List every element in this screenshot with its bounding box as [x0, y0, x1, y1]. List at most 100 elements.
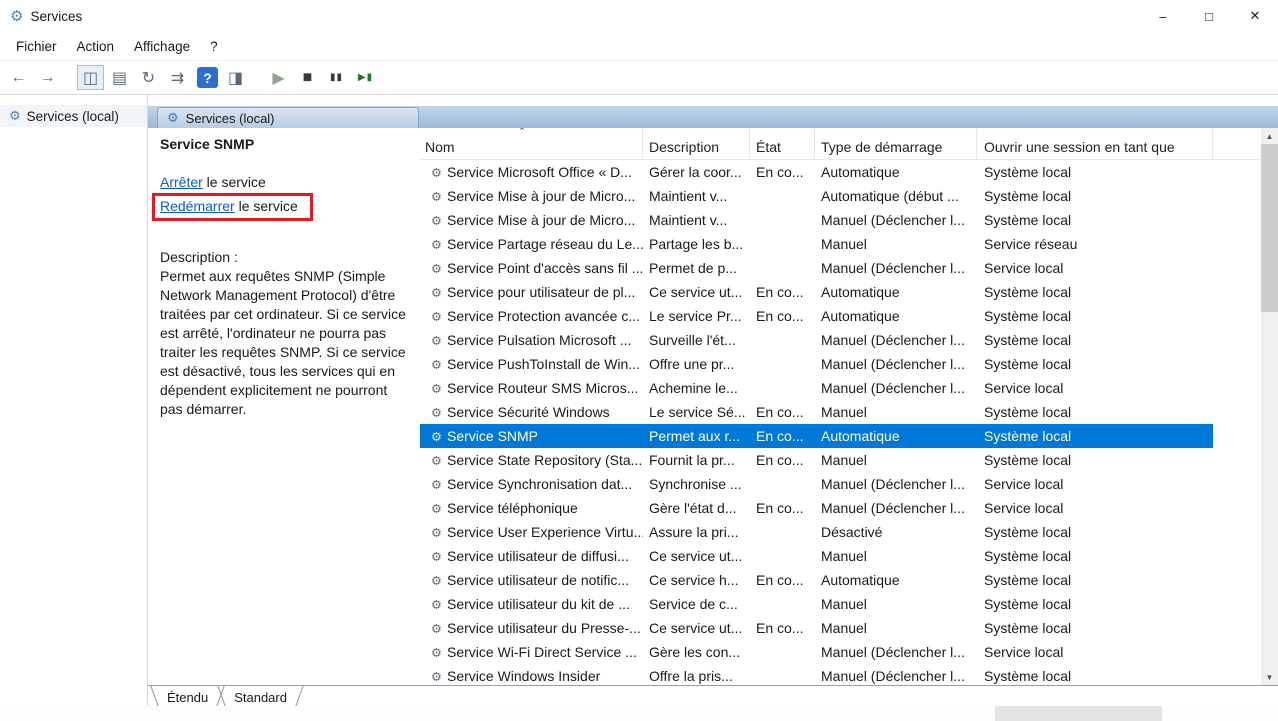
- refresh-button[interactable]: ↻: [135, 65, 162, 90]
- services-local-header-tab: ⚙ Services (local): [157, 107, 419, 128]
- minimize-button[interactable]: –: [1140, 0, 1186, 32]
- menu-item-fichier[interactable]: Fichier: [6, 35, 67, 58]
- help-button[interactable]: ?: [197, 67, 218, 88]
- menubar: FichierActionAffichage?: [0, 32, 1278, 61]
- service-logon-cell: Service local: [977, 476, 1213, 492]
- table-row[interactable]: ⚙Service pour utilisateur de pl...Ce ser…: [420, 280, 1213, 304]
- table-row[interactable]: ⚙Service Routeur SMS Micros...Achemine l…: [420, 376, 1213, 400]
- service-gear-icon: ⚙: [428, 357, 445, 372]
- service-logon-cell: Service local: [977, 500, 1213, 516]
- table-row[interactable]: ⚙Service Mise à jour de Micro...Maintien…: [420, 184, 1213, 208]
- service-gear-icon: ⚙: [428, 669, 445, 684]
- table-row[interactable]: ⚙Service Mise à jour de Micro...Maintien…: [420, 208, 1213, 232]
- menu-item-aide[interactable]: ?: [200, 35, 228, 58]
- back-button[interactable]: ←: [5, 65, 32, 90]
- column-header-nom[interactable]: Nom: [420, 128, 643, 159]
- table-row[interactable]: ⚙Service utilisateur de notific...Ce ser…: [420, 568, 1213, 592]
- service-name-cell: Service Windows Insider: [447, 668, 600, 684]
- close-button[interactable]: ✕: [1232, 0, 1278, 32]
- service-logon-cell: Système local: [977, 596, 1213, 612]
- stop-service-button[interactable]: ■: [294, 65, 321, 90]
- service-gear-icon: ⚙: [428, 477, 445, 492]
- service-state-cell: En co...: [750, 620, 815, 636]
- table-row[interactable]: ⚙Service Protection avancée c...Le servi…: [420, 304, 1213, 328]
- service-name-cell: Service Mise à jour de Micro...: [447, 188, 635, 204]
- tab-label: Standard: [222, 686, 299, 706]
- column-header-ouvrir-session[interactable]: Ouvrir une session en tant que: [977, 128, 1213, 159]
- table-row[interactable]: ⚙Service téléphoniqueGère l'état d...En …: [420, 496, 1213, 520]
- service-startup-type-cell: Manuel (Déclencher l...: [815, 500, 977, 516]
- service-name-cell: Service Microsoft Office « D...: [447, 164, 632, 180]
- table-row[interactable]: ⚙Service Wi-Fi Direct Service ...Gère le…: [420, 640, 1213, 664]
- service-gear-icon: ⚙: [428, 621, 445, 636]
- service-gear-icon: ⚙: [428, 405, 445, 420]
- service-gear-icon: ⚙: [428, 645, 445, 660]
- service-gear-icon: ⚙: [428, 453, 445, 468]
- service-startup-type-cell: Désactivé: [815, 524, 977, 540]
- table-row[interactable]: ⚙Service Sécurité WindowsLe service Sé..…: [420, 400, 1213, 424]
- restart-service-button[interactable]: ▶▮: [352, 65, 379, 90]
- service-gear-icon: ⚙: [428, 381, 445, 396]
- maximize-button[interactable]: □: [1186, 0, 1232, 32]
- service-name-cell: Service State Repository (Sta...: [447, 452, 642, 468]
- service-logon-cell: Système local: [977, 212, 1213, 228]
- service-description-cell: Maintient v...: [643, 188, 750, 204]
- tab-etendu[interactable]: Étendu: [154, 686, 221, 706]
- pause-service-button[interactable]: ▮▮: [323, 65, 350, 90]
- tab-standard[interactable]: Standard: [221, 686, 300, 706]
- properties-button[interactable]: ▤: [106, 65, 133, 90]
- service-name-cell: Service utilisateur du kit de ...: [447, 596, 630, 612]
- scrollbar-thumb[interactable]: [1261, 144, 1278, 312]
- table-row[interactable]: ⚙Service Point d'accès sans fil ...Perme…: [420, 256, 1213, 280]
- table-row[interactable]: ⚙Service utilisateur du kit de ...Servic…: [420, 592, 1213, 616]
- service-gear-icon: ⚙: [428, 525, 445, 540]
- service-state-cell: En co...: [750, 308, 815, 324]
- stop-service-suffix: le service: [203, 174, 266, 190]
- service-state-cell: En co...: [750, 452, 815, 468]
- forward-button[interactable]: →: [34, 65, 61, 90]
- table-row[interactable]: ⚙Service utilisateur du Presse-...Ce ser…: [420, 616, 1213, 640]
- service-description-cell: Service de c...: [643, 596, 750, 612]
- window-controls: – □ ✕: [1140, 0, 1278, 32]
- extended-view-button[interactable]: ◨: [222, 65, 249, 90]
- table-row[interactable]: ⚙Service PushToInstall de Win...Offre un…: [420, 352, 1213, 376]
- table-row[interactable]: ⚙Service Windows InsiderOffre la pris...…: [420, 664, 1213, 685]
- menu-item-affichage[interactable]: Affichage: [124, 35, 200, 58]
- menu-item-action[interactable]: Action: [67, 35, 125, 58]
- service-startup-type-cell: Manuel: [815, 452, 977, 468]
- scroll-down-arrow[interactable]: ▼: [1261, 669, 1278, 685]
- scroll-up-arrow[interactable]: ▲: [1261, 128, 1278, 144]
- show-console-tree-button[interactable]: ◫: [77, 65, 104, 90]
- tree-item-label: Services (local): [27, 109, 119, 124]
- start-service-button[interactable]: ▶: [265, 65, 292, 90]
- column-header-type-demarrage[interactable]: Type de démarrage: [815, 128, 977, 159]
- restart-service-suffix: le service: [235, 198, 298, 214]
- extended-detail-pane: Service SNMP Arrêter le service Redémarr…: [148, 128, 420, 685]
- table-row[interactable]: ⚙Service Partage réseau du Le...Partage …: [420, 232, 1213, 256]
- service-description-cell: Permet aux r...: [643, 428, 750, 444]
- column-header-etat[interactable]: État: [750, 128, 815, 159]
- table-row[interactable]: ⚙Service Synchronisation dat...Synchroni…: [420, 472, 1213, 496]
- stop-service-link[interactable]: Arrêter: [160, 174, 203, 190]
- service-gear-icon: ⚙: [428, 261, 445, 276]
- table-row[interactable]: ⚙Service User Experience Virtu...Assure …: [420, 520, 1213, 544]
- restart-service-link[interactable]: Redémarrer: [160, 198, 235, 214]
- table-row[interactable]: ⚙Service Microsoft Office « D...Gérer la…: [420, 160, 1213, 184]
- export-list-button[interactable]: ⇉: [164, 65, 191, 90]
- table-row[interactable]: ⚙Service State Repository (Sta...Fournit…: [420, 448, 1213, 472]
- service-startup-type-cell: Manuel (Déclencher l...: [815, 212, 977, 228]
- vertical-scrollbar[interactable]: ▲ ▼: [1261, 128, 1278, 685]
- service-gear-icon: ⚙: [428, 309, 445, 324]
- service-description-cell: Offre une pr...: [643, 356, 750, 372]
- tree-item-services-local[interactable]: ⚙ Services (local): [0, 105, 147, 127]
- service-name-cell: Service utilisateur de diffusi...: [447, 548, 629, 564]
- service-description-cell: Ce service ut...: [643, 284, 750, 300]
- service-name-cell: Service Point d'accès sans fil ...: [447, 260, 643, 276]
- table-row[interactable]: ⚙Service SNMPPermet aux r...En co...Auto…: [420, 424, 1213, 448]
- table-row[interactable]: ⚙Service utilisateur de diffusi...Ce ser…: [420, 544, 1213, 568]
- service-description-cell: Ce service ut...: [643, 548, 750, 564]
- table-row[interactable]: ⚙Service Pulsation Microsoft ...Surveill…: [420, 328, 1213, 352]
- column-header-description[interactable]: Description: [643, 128, 750, 159]
- service-name-cell: Service PushToInstall de Win...: [447, 356, 640, 372]
- bottom-strip: [0, 706, 1278, 721]
